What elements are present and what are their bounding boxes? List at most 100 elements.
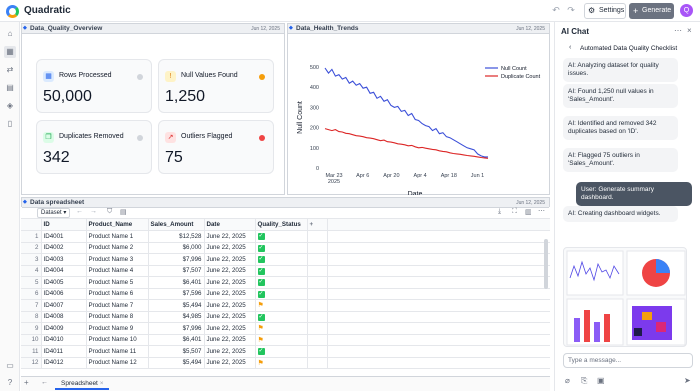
date-cell[interactable]: June 22, 2025 xyxy=(204,322,256,335)
empty-cell[interactable] xyxy=(327,357,550,369)
chat-icon[interactable]: ▭ xyxy=(4,360,16,372)
add-sheet-icon[interactable]: + xyxy=(24,378,29,387)
id-cell[interactable]: ID4009 xyxy=(41,322,87,335)
date-cell[interactable]: June 22, 2025 xyxy=(204,288,256,300)
date-cell[interactable]: June 22, 2025 xyxy=(204,253,256,266)
empty-cell[interactable] xyxy=(327,242,550,254)
product-name-cell[interactable]: Product Name 12 xyxy=(86,357,149,369)
chat-input[interactable]: Type a message... xyxy=(563,353,693,368)
row-number[interactable]: 9 xyxy=(21,322,42,335)
back-icon[interactable]: ← xyxy=(76,208,83,215)
table-row[interactable]: 8 ID4008 Product Name 8 $4,985 June 22, 2025… xyxy=(21,311,550,323)
sales-amount-cell[interactable]: $5,507 xyxy=(148,345,205,358)
date-cell[interactable]: June 22, 2025 xyxy=(204,242,256,254)
date-cell[interactable]: June 22, 2025 xyxy=(204,276,256,289)
table-row[interactable]: 1 ID4001 Product Name 1 $12,528 June 22, 202… xyxy=(21,230,550,243)
id-cell[interactable]: ID4003 xyxy=(41,253,87,266)
date-cell[interactable]: June 22, 2025 xyxy=(204,357,256,369)
empty-cell[interactable] xyxy=(327,345,550,358)
id-cell[interactable]: ID4008 xyxy=(41,311,87,323)
row-number[interactable]: 6 xyxy=(21,288,42,300)
sales-amount-cell[interactable]: $4,985 xyxy=(148,311,205,323)
date-cell[interactable]: June 22, 2025 xyxy=(204,299,256,312)
product-name-cell[interactable]: Product Name 10 xyxy=(86,334,149,346)
row-number[interactable]: 10 xyxy=(21,334,42,346)
row-number[interactable]: 8 xyxy=(21,311,42,323)
spreadsheet-grid[interactable]: ID Product_Name Sales_Amount Date Qualit… xyxy=(21,219,550,376)
document-icon[interactable]: ▤ xyxy=(120,208,127,216)
column-header[interactable]: ID xyxy=(41,219,87,231)
quality-status-cell[interactable]: ✓ xyxy=(255,288,308,300)
sales-amount-cell[interactable]: $7,996 xyxy=(148,322,205,335)
empty-cell[interactable] xyxy=(307,230,328,243)
column-header[interactable]: Sales_Amount xyxy=(148,219,205,231)
id-cell[interactable]: ID4011 xyxy=(41,345,87,358)
empty-cell[interactable] xyxy=(307,357,328,369)
empty-cell[interactable] xyxy=(307,276,328,289)
table-row[interactable]: 10 ID4010 Product Name 10 $6,401 June 22, 20… xyxy=(21,334,550,346)
empty-cell[interactable] xyxy=(307,334,328,346)
file-icon[interactable]: ▯ xyxy=(4,118,16,130)
sales-amount-cell[interactable]: $5,494 xyxy=(148,357,205,369)
id-cell[interactable]: ID4012 xyxy=(41,357,87,369)
table-row[interactable]: 2 ID4002 Product Name 2 $6,000 June 22, 2025… xyxy=(21,242,550,254)
quality-status-cell[interactable]: ✓ xyxy=(255,253,308,266)
empty-cell[interactable] xyxy=(327,322,550,335)
empty-cell[interactable] xyxy=(307,299,328,312)
sales-amount-cell[interactable]: $6,401 xyxy=(148,334,205,346)
quality-status-cell[interactable]: ⚑ xyxy=(255,357,308,369)
home-icon[interactable]: ⌂ xyxy=(4,28,16,40)
empty-cell[interactable] xyxy=(327,288,550,300)
sales-amount-cell[interactable]: $6,401 xyxy=(148,276,205,289)
id-cell[interactable]: ID4002 xyxy=(41,242,87,254)
filter-icon[interactable]: ⛉ xyxy=(107,208,112,216)
column-header[interactable]: Quality_Status xyxy=(255,219,308,231)
redo-icon[interactable]: ↷ xyxy=(566,5,576,15)
row-number[interactable]: 5 xyxy=(21,276,42,289)
quality-status-cell[interactable]: ✓ xyxy=(255,311,308,323)
id-cell[interactable]: ID4010 xyxy=(41,334,87,346)
back-icon[interactable]: ‹ xyxy=(569,44,571,51)
quality-status-cell[interactable]: ⚑ xyxy=(255,334,308,346)
id-cell[interactable]: ID4001 xyxy=(41,230,87,243)
undo-icon[interactable]: ↶ xyxy=(551,5,561,15)
close-tab-icon[interactable]: × xyxy=(100,380,104,387)
send-icon[interactable]: ➤ xyxy=(684,376,691,385)
sales-amount-cell[interactable]: $7,596 xyxy=(148,288,205,300)
columns-icon[interactable]: ▥ xyxy=(525,208,532,216)
date-cell[interactable]: June 22, 2025 xyxy=(204,311,256,323)
row-number[interactable]: 3 xyxy=(21,253,42,266)
paperclip-icon[interactable]: ⎘ xyxy=(581,376,587,386)
id-cell[interactable]: ID4007 xyxy=(41,299,87,312)
row-number[interactable]: 2 xyxy=(21,242,42,254)
tab-spreadsheet[interactable]: Spreadsheet × xyxy=(55,378,109,390)
table-row[interactable]: 6 ID4006 Product Name 6 $7,596 June 22, 2025… xyxy=(21,288,550,300)
date-cell[interactable]: June 22, 2025 xyxy=(204,230,256,243)
download-icon[interactable]: ⤓ xyxy=(498,208,501,216)
more-icon[interactable]: ⋯ xyxy=(538,207,545,215)
grid-icon[interactable]: ▦ xyxy=(4,46,16,58)
quality-status-cell[interactable]: ✓ xyxy=(255,345,308,358)
connections-icon[interactable]: ⇄ xyxy=(4,64,16,76)
table-row[interactable]: 4 ID4004 Product Name 4 $7,507 June 22, 2025… xyxy=(21,265,550,277)
row-number[interactable]: 11 xyxy=(21,345,42,358)
quality-status-cell[interactable]: ✓ xyxy=(255,242,308,254)
empty-cell[interactable] xyxy=(327,253,550,266)
product-name-cell[interactable]: Product Name 11 xyxy=(86,345,149,358)
product-name-cell[interactable]: Product Name 1 xyxy=(86,230,149,243)
table-row[interactable]: 11 ID4011 Product Name 11 $5,507 June 22, 20… xyxy=(21,345,550,358)
empty-cell[interactable] xyxy=(327,230,550,243)
empty-cell[interactable] xyxy=(327,265,550,277)
layers-icon[interactable]: ◈ xyxy=(4,100,16,112)
generate-button[interactable]: + Generate xyxy=(629,3,674,19)
table-row[interactable]: 3 ID4003 Product Name 3 $7,996 June 22, 2025… xyxy=(21,253,550,266)
empty-cell[interactable] xyxy=(307,265,328,277)
attach-icon[interactable]: ⌀ xyxy=(565,376,570,385)
product-name-cell[interactable]: Product Name 4 xyxy=(86,265,149,277)
empty-cell[interactable] xyxy=(307,253,328,266)
add-column-button[interactable]: + xyxy=(307,219,328,231)
forward-icon[interactable]: → xyxy=(90,208,97,215)
help-icon[interactable]: ? xyxy=(4,377,16,389)
quality-status-cell[interactable]: ⚑ xyxy=(255,322,308,335)
empty-cell[interactable] xyxy=(307,242,328,254)
